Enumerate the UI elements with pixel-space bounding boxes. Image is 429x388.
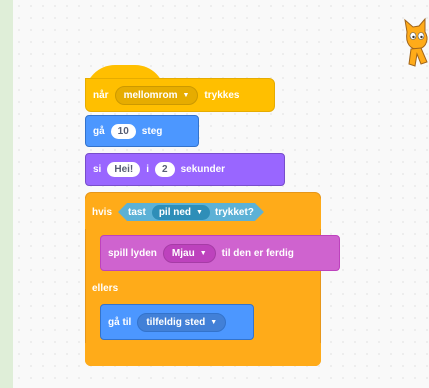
- block-suffix: sekunder: [180, 164, 226, 175]
- steps-input[interactable]: 10: [110, 123, 136, 139]
- block-label: spill lyden: [108, 247, 157, 259]
- move-steps-block[interactable]: gå 10 steg: [85, 115, 199, 147]
- go-to-block[interactable]: gå til tilfeldig sted ▼: [100, 304, 254, 340]
- condition-label: tast: [128, 206, 146, 218]
- code-area[interactable]: når mellomrom ▼ trykkes gå 10 steg si He…: [13, 0, 429, 388]
- block-label: når: [93, 89, 109, 101]
- condition-key-value: pil ned: [158, 206, 192, 218]
- block-suffix: steg: [141, 125, 163, 137]
- condition-key-dropdown[interactable]: pil ned ▼: [152, 205, 210, 220]
- block-label: hvis: [92, 206, 113, 218]
- block-label: gå til: [108, 316, 132, 328]
- cat-sprite-icon[interactable]: [401, 14, 429, 74]
- sound-dropdown-value: Mjau: [171, 247, 195, 259]
- key-dropdown-value: mellomrom: [123, 89, 178, 101]
- caret-down-icon: ▼: [196, 208, 203, 216]
- block-suffix: til den er ferdig: [221, 247, 294, 259]
- target-dropdown[interactable]: tilfeldig sted ▼: [137, 312, 227, 332]
- say-for-seconds-block[interactable]: si Hei! i 2 sekunder: [85, 153, 285, 186]
- seconds-input[interactable]: 2: [155, 162, 175, 177]
- caret-down-icon: ▼: [210, 318, 218, 326]
- block-suffix: trykkes: [204, 89, 240, 101]
- else-label: ellers: [92, 282, 119, 294]
- target-dropdown-value: tilfeldig sted: [146, 316, 206, 328]
- message-input[interactable]: Hei!: [107, 162, 141, 177]
- else-label-row: ellers: [85, 278, 165, 298]
- play-sound-until-done-block[interactable]: spill lyden Mjau ▼ til den er ferdig: [100, 235, 340, 271]
- caret-down-icon: ▼: [182, 91, 190, 99]
- key-dropdown[interactable]: mellomrom ▼: [114, 85, 199, 105]
- when-key-pressed-block[interactable]: når mellomrom ▼ trykkes: [85, 78, 275, 112]
- key-pressed-condition[interactable]: tast pil ned ▼ trykket?: [118, 203, 264, 221]
- block-label: gå: [93, 125, 105, 137]
- caret-down-icon: ▼: [199, 249, 207, 257]
- if-else-bottom-arm: [85, 343, 321, 366]
- condition-suffix: trykket?: [214, 206, 254, 218]
- sound-dropdown[interactable]: Mjau ▼: [162, 243, 216, 263]
- block-label: si: [93, 164, 102, 175]
- block-connector: i: [146, 164, 150, 175]
- if-header[interactable]: hvis tast pil ned ▼ trykket?: [85, 195, 321, 229]
